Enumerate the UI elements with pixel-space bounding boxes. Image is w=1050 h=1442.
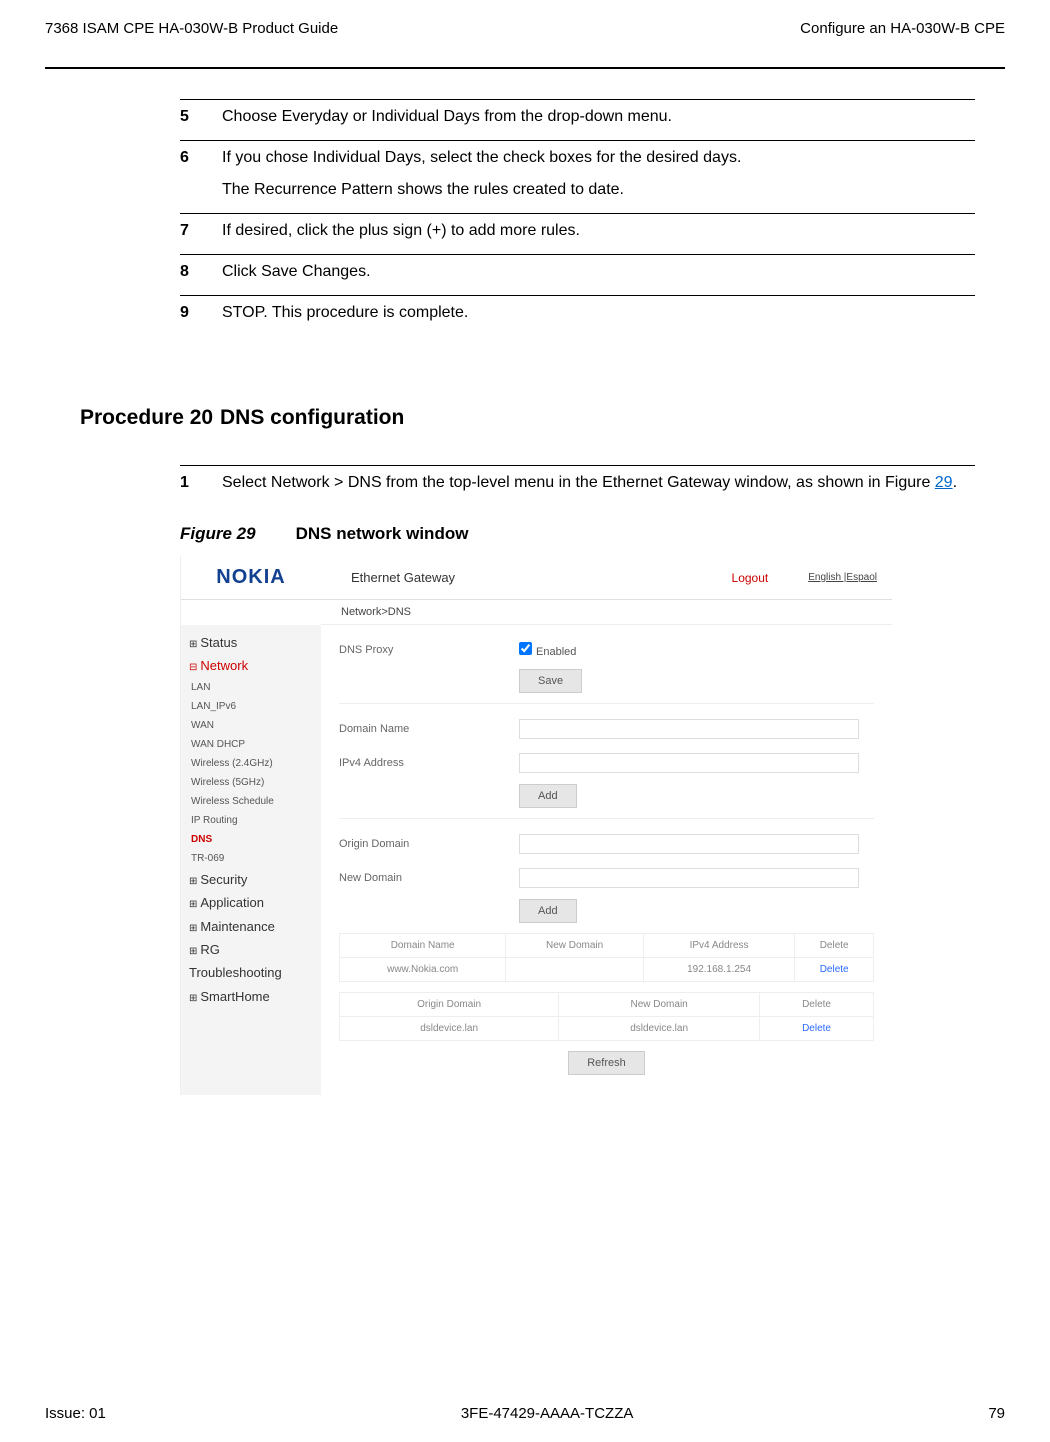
cell-ipv4: 192.168.1.254: [643, 958, 794, 982]
th-domain-name: Domain Name: [340, 934, 506, 958]
step-text: Select Network > DNS from the top-level …: [222, 474, 967, 492]
add-button-2[interactable]: Add: [519, 899, 577, 923]
domain-ipv4-table: Domain Name New Domain IPv4 Address Dele…: [339, 933, 874, 982]
step-num: 6: [180, 149, 222, 167]
table-row: www.Nokia.com 192.168.1.254 Delete: [340, 958, 874, 982]
sidebar-item-status[interactable]: Status: [189, 631, 313, 654]
sidebar-sub-wireless-schedule[interactable]: Wireless Schedule: [191, 792, 313, 811]
procedure-number: Procedure 20: [80, 406, 220, 430]
logout-link[interactable]: Logout: [732, 571, 769, 585]
th-origin-domain: Origin Domain: [340, 993, 559, 1017]
step-6: 6If you chose Individual Days, select th…: [180, 140, 975, 213]
step-text: If desired, click the plus sign (+) to a…: [222, 222, 967, 240]
th-new-domain-2: New Domain: [559, 993, 760, 1017]
sidebar-item-application[interactable]: Application: [189, 891, 313, 914]
delete-link-2[interactable]: Delete: [760, 1017, 874, 1041]
table-row: dsldevice.lan dsldevice.lan Delete: [340, 1017, 874, 1041]
cell-new-domain: [506, 958, 644, 982]
sidebar-item-smarthome[interactable]: SmartHome: [189, 985, 313, 1008]
step-num: 8: [180, 263, 222, 281]
sidebar-sub-wan-dhcp[interactable]: WAN DHCP: [191, 735, 313, 754]
table-header-row: Domain Name New Domain IPv4 Address Dele…: [340, 934, 874, 958]
procedure-heading: Procedure 20DNS configuration: [80, 406, 975, 430]
shot-header: NOKIA Ethernet Gateway Logout English |E…: [181, 556, 892, 600]
top-rule: [45, 67, 1005, 69]
sidebar-item-rg-troubleshooting[interactable]: RG Troubleshooting: [189, 938, 313, 985]
step-num: 1: [180, 474, 222, 492]
footer-page-number: 79: [988, 1405, 1005, 1422]
figure-link[interactable]: 29: [935, 474, 953, 491]
sidebar-sub-wireless-24[interactable]: Wireless (2.4GHz): [191, 754, 313, 773]
step-text: Click Save Changes.: [222, 263, 967, 281]
th-ipv4: IPv4 Address: [643, 934, 794, 958]
sidebar-sub-wan[interactable]: WAN: [191, 716, 313, 735]
gateway-title: Ethernet Gateway: [321, 570, 732, 585]
step-subtext: The Recurrence Pattern shows the rules c…: [222, 181, 975, 199]
step-8: 8Click Save Changes.: [180, 254, 975, 295]
step-1: 1Select Network > DNS from the top-level…: [180, 465, 975, 506]
cell-domain-name: www.Nokia.com: [340, 958, 506, 982]
procedure-title: DNS configuration: [220, 406, 404, 429]
sidebar-sub-wireless-5[interactable]: Wireless (5GHz): [191, 773, 313, 792]
header-left: 7368 ISAM CPE HA-030W-B Product Guide: [45, 20, 338, 37]
figure-caption: Figure 29DNS network window: [180, 524, 975, 544]
th-delete: Delete: [795, 934, 874, 958]
enabled-label: Enabled: [536, 646, 576, 658]
step-text: If you chose Individual Days, select the…: [222, 149, 967, 167]
header-right: Configure an HA-030W-B CPE: [800, 20, 1005, 37]
domain-name-label: Domain Name: [339, 723, 519, 735]
table-header-row: Origin Domain New Domain Delete: [340, 993, 874, 1017]
domain-name-input[interactable]: [519, 719, 859, 739]
ipv4-address-label: IPv4 Address: [339, 757, 519, 769]
sidebar-item-security[interactable]: Security: [189, 868, 313, 891]
dns-proxy-label: DNS Proxy: [339, 644, 519, 656]
step-9: 9STOP. This procedure is complete.: [180, 295, 975, 336]
footer-docid: 3FE-47429-AAAA-TCZZA: [461, 1405, 634, 1422]
dns-proxy-checkbox[interactable]: [519, 642, 532, 655]
cell-origin-domain: dsldevice.lan: [340, 1017, 559, 1041]
sidebar-sub-lan[interactable]: LAN: [191, 678, 313, 697]
breadcrumb: Network>DNS: [321, 600, 892, 625]
step-5: 5Choose Everyday or Individual Days from…: [180, 99, 975, 140]
origin-domain-input[interactable]: [519, 834, 859, 854]
ipv4-address-input[interactable]: [519, 753, 859, 773]
sidebar-sub-dns[interactable]: DNS: [191, 830, 313, 849]
sidebar-sub-tr069[interactable]: TR-069: [191, 849, 313, 868]
brand-logo: NOKIA: [181, 566, 321, 589]
main-pane: DNS Proxy Enabled Save Domain Name IPv4 …: [321, 625, 892, 1095]
step-text: Choose Everyday or Individual Days from …: [222, 108, 967, 126]
step-num: 5: [180, 108, 222, 126]
step-num: 7: [180, 222, 222, 240]
origin-domain-label: Origin Domain: [339, 838, 519, 850]
dns-window-screenshot: NOKIA Ethernet Gateway Logout English |E…: [180, 556, 892, 1095]
page-footer: Issue: 01 3FE-47429-AAAA-TCZZA 79: [45, 1405, 1005, 1422]
step-7: 7If desired, click the plus sign (+) to …: [180, 213, 975, 254]
cell-new-domain-2: dsldevice.lan: [559, 1017, 760, 1041]
origin-new-table: Origin Domain New Domain Delete dsldevic…: [339, 992, 874, 1041]
sidebar-sub-ip-routing[interactable]: IP Routing: [191, 811, 313, 830]
footer-issue: Issue: 01: [45, 1405, 106, 1422]
step-num: 9: [180, 304, 222, 322]
sidebar: Status Network LAN LAN_IPv6 WAN WAN DHCP…: [181, 625, 321, 1095]
delete-link[interactable]: Delete: [795, 958, 874, 982]
new-domain-input[interactable]: [519, 868, 859, 888]
th-new-domain: New Domain: [506, 934, 644, 958]
add-button-1[interactable]: Add: [519, 784, 577, 808]
refresh-button[interactable]: Refresh: [568, 1051, 645, 1075]
sidebar-sub-lan-ipv6[interactable]: LAN_IPv6: [191, 697, 313, 716]
sidebar-item-maintenance[interactable]: Maintenance: [189, 915, 313, 938]
sidebar-item-network[interactable]: Network: [189, 654, 313, 677]
new-domain-label: New Domain: [339, 872, 519, 884]
lang-links[interactable]: English |Espaol: [808, 572, 877, 583]
th-delete-2: Delete: [760, 993, 874, 1017]
step-text: STOP. This procedure is complete.: [222, 304, 967, 322]
save-button[interactable]: Save: [519, 669, 582, 693]
